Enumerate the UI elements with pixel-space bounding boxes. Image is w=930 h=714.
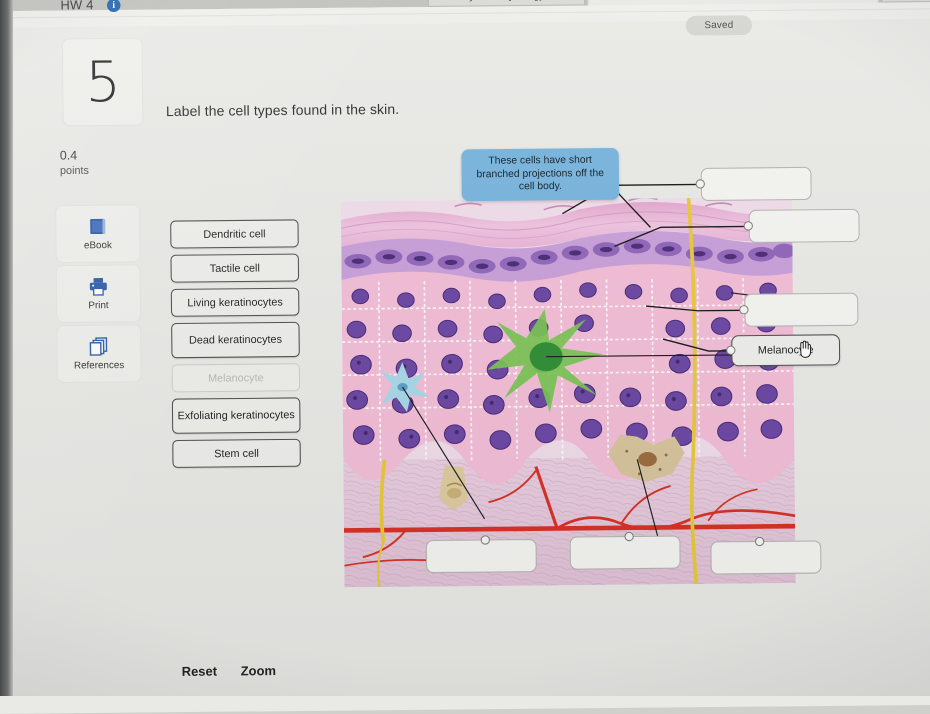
drop-target-bottom-2[interactable] — [569, 535, 681, 570]
drop-target-bottom-3[interactable] — [710, 540, 822, 575]
drop-target-top-2[interactable] — [748, 208, 860, 243]
browser-tab-0-label: ...my And Physiology F... — [447, 0, 567, 2]
points-value: 0.4 — [59, 148, 78, 163]
references-button-label: References — [73, 359, 125, 372]
browser-tab-1-label: HW 4 — [715, 0, 752, 1]
references-button[interactable]: References — [56, 324, 142, 384]
word-bank-chip-exfoliating-keratinocytes[interactable]: Exfoliating keratinocytes — [171, 397, 301, 434]
chip-label: Dendritic cell — [203, 227, 266, 241]
word-bank: Dendritic cell Tactile cell Living kerat… — [170, 219, 301, 474]
print-button-label: Print — [88, 299, 109, 312]
word-bank-chip-melanocyte[interactable]: Melanocyte — [171, 363, 301, 393]
chip-label: Exfoliating keratinocytes — [177, 408, 295, 423]
drop-anchor-bottom-2 — [624, 531, 634, 542]
printer-icon — [89, 277, 107, 296]
drop-anchor-bottom-1 — [480, 535, 490, 545]
copy-pages-icon — [89, 337, 108, 356]
drop-target-right-1[interactable] — [744, 292, 859, 327]
drop-target-top-1[interactable] — [700, 166, 812, 202]
drop-target-bottom-1[interactable] — [425, 538, 537, 574]
screen-bezel-left — [0, 0, 13, 696]
reset-button[interactable]: Reset — [182, 664, 217, 679]
ebook-button-label: eBook — [83, 239, 112, 252]
assignment-title: HW 4 — [60, 0, 94, 13]
hint-tooltip-text: These cells have short branched projecti… — [476, 154, 605, 193]
question-number-card: 5 — [61, 37, 144, 127]
drop-anchor-right-1 — [739, 305, 749, 315]
drop-target-melanocyte[interactable]: Melanocyte — [731, 334, 841, 367]
zoom-button[interactable]: Zoom — [241, 664, 276, 679]
save-status-badge: Saved — [685, 15, 753, 36]
hint-tooltip: These cells have short branched projecti… — [461, 147, 620, 202]
tool-button-group: eBook Print References — [55, 204, 142, 385]
drop-anchor-top-1 — [695, 179, 705, 189]
screen-surface: ...my And Physiology F... HW 4 Lab 4: In… — [0, 0, 930, 714]
book-icon — [90, 218, 106, 235]
word-bank-chip-stem-cell[interactable]: Stem cell — [172, 438, 301, 468]
skin-histology-diagram — [340, 197, 796, 588]
skin-illustration — [340, 197, 796, 588]
chip-label: Tactile cell — [209, 261, 260, 275]
chip-label: Dead keratinocytes — [188, 333, 283, 347]
chip-label: Living keratinocytes — [187, 295, 283, 309]
word-bank-chip-dead-keratinocytes[interactable]: Dead keratinocytes — [171, 321, 300, 359]
points-label: points — [59, 164, 90, 178]
question-prompt: Label the cell types found in the skin. — [165, 101, 400, 120]
grab-hand-cursor-icon — [800, 340, 811, 358]
chip-label: Melanocyte — [207, 371, 264, 385]
word-bank-chip-dendritic-cell[interactable]: Dendritic cell — [170, 219, 299, 249]
word-bank-chip-living-keratinocytes[interactable]: Living keratinocytes — [170, 287, 300, 317]
chip-label: Stem cell — [214, 446, 259, 460]
ebook-button[interactable]: eBook — [55, 204, 141, 264]
print-button[interactable]: Print — [55, 264, 142, 324]
drop-anchor-right-2 — [726, 345, 736, 355]
drop-anchor-bottom-3 — [754, 536, 765, 547]
question-number: 5 — [85, 49, 121, 115]
word-bank-chip-tactile-cell[interactable]: Tactile cell — [170, 253, 300, 283]
drop-anchor-top-2 — [743, 221, 753, 231]
